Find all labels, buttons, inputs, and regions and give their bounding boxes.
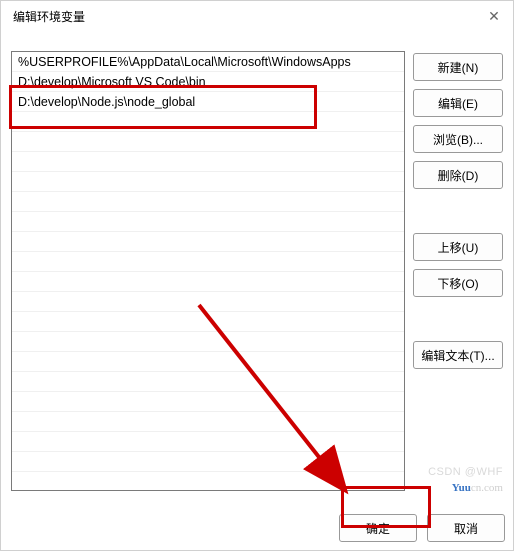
- dialog-footer: 确定 取消: [339, 514, 505, 542]
- watermark-pre: Yuu: [452, 482, 471, 494]
- watermark-site: Yuucn.com: [452, 482, 503, 494]
- dialog-content: %USERPROFILE%\AppData\Local\Microsoft\Wi…: [1, 31, 513, 491]
- list-item-empty[interactable]: .: [12, 272, 404, 292]
- titlebar: 编辑环境变量 ✕: [1, 1, 513, 31]
- new-button[interactable]: 新建(N): [413, 53, 503, 81]
- list-item-empty[interactable]: .: [12, 332, 404, 352]
- edit-button[interactable]: 编辑(E): [413, 89, 503, 117]
- side-button-column: 新建(N) 编辑(E) 浏览(B)... 删除(D) 上移(U) 下移(O) 编…: [413, 35, 503, 491]
- list-item-empty[interactable]: .: [12, 212, 404, 232]
- list-item-empty[interactable]: .: [12, 192, 404, 212]
- browse-button[interactable]: 浏览(B)...: [413, 125, 503, 153]
- list-item-empty[interactable]: .: [12, 292, 404, 312]
- close-icon[interactable]: ✕: [487, 9, 501, 23]
- list-item-empty[interactable]: .: [12, 432, 404, 452]
- list-item-empty[interactable]: .: [12, 152, 404, 172]
- list-item-empty[interactable]: .: [12, 112, 404, 132]
- move-up-button[interactable]: 上移(U): [413, 233, 503, 261]
- list-item-empty[interactable]: .: [12, 352, 404, 372]
- list-item-empty[interactable]: .: [12, 132, 404, 152]
- watermark-suf: cn.com: [471, 482, 503, 494]
- list-item-empty[interactable]: .: [12, 392, 404, 412]
- list-item-empty[interactable]: .: [12, 312, 404, 332]
- ok-button[interactable]: 确定: [339, 514, 417, 542]
- delete-button[interactable]: 删除(D): [413, 161, 503, 189]
- spacer: [413, 197, 503, 225]
- spacer: [413, 305, 503, 333]
- path-listbox[interactable]: %USERPROFILE%\AppData\Local\Microsoft\Wi…: [11, 51, 405, 491]
- list-item[interactable]: %USERPROFILE%\AppData\Local\Microsoft\Wi…: [12, 52, 404, 72]
- list-item-empty[interactable]: .: [12, 412, 404, 432]
- dialog-title: 编辑环境变量: [13, 8, 85, 25]
- cancel-button[interactable]: 取消: [427, 514, 505, 542]
- list-item[interactable]: D:\develop\Microsoft VS Code\bin: [12, 72, 404, 92]
- list-item-empty[interactable]: .: [12, 372, 404, 392]
- list-item[interactable]: D:\develop\Node.js\node_global: [12, 92, 404, 112]
- list-item-empty[interactable]: .: [12, 452, 404, 472]
- list-item-empty[interactable]: .: [12, 232, 404, 252]
- edit-text-button[interactable]: 编辑文本(T)...: [413, 341, 503, 369]
- watermark-csdn: CSDN @WHF: [428, 466, 503, 478]
- list-item-empty[interactable]: .: [12, 172, 404, 192]
- move-down-button[interactable]: 下移(O): [413, 269, 503, 297]
- list-item-empty[interactable]: .: [12, 252, 404, 272]
